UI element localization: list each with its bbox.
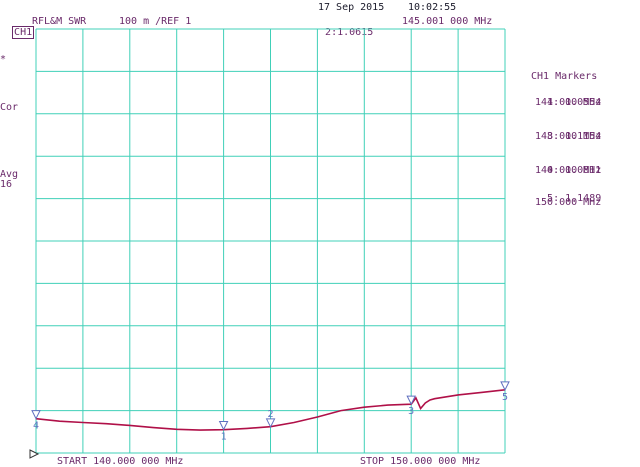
marker-5[interactable]: 5 (500, 381, 510, 403)
marker-1-id-label: 1 (221, 432, 227, 443)
marker-4[interactable]: 4 (31, 410, 41, 432)
marker-2[interactable]: 2 (265, 409, 276, 429)
marker-1[interactable]: 1 (218, 421, 229, 443)
marker-1-triangle (218, 421, 229, 431)
swr-plot: 1 2 3 4 5 (29, 28, 510, 459)
marker-2-id-label: 2 (268, 409, 274, 420)
grid (35, 28, 506, 454)
marker-4-id-label: 4 (33, 421, 39, 432)
marker-3-id-label: 3 (408, 406, 414, 417)
marker-3[interactable]: 3 (406, 395, 417, 417)
marker-5-id-label: 5 (502, 392, 508, 403)
marker-4-triangle (31, 410, 41, 420)
reference-pointer (29, 449, 40, 459)
marker-5-triangle (500, 381, 510, 391)
